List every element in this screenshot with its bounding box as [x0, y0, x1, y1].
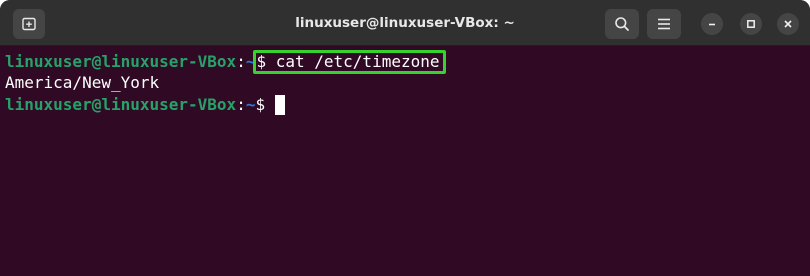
prompt-user-host: linuxuser@linuxuser-VBox: [5, 52, 237, 71]
highlighted-command: $ cat /etc/timezone: [253, 50, 446, 74]
prompt-user-host: linuxuser@linuxuser-VBox: [5, 95, 237, 114]
maximize-button[interactable]: [740, 13, 762, 35]
window-title: linuxuser@linuxuser-VBox: ~: [295, 15, 515, 31]
menu-button[interactable]: [647, 9, 681, 39]
hamburger-menu-icon: [657, 18, 671, 30]
maximize-icon: [746, 19, 756, 29]
minimize-button[interactable]: [701, 13, 723, 35]
terminal-window: linuxuser@linuxuser-VBox: ~ linuxuser@li…: [0, 0, 810, 276]
title-bar[interactable]: linuxuser@linuxuser-VBox: ~: [0, 0, 810, 46]
terminal-area[interactable]: linuxuser@linuxuser-VBox:~$ cat /etc/tim…: [0, 46, 810, 276]
command-output: America/New_York: [5, 73, 160, 92]
terminal-line-prompt: linuxuser@linuxuser-VBox:~$: [5, 94, 810, 116]
search-icon: [614, 16, 630, 32]
prompt-dollar: $: [255, 95, 275, 114]
search-button[interactable]: [605, 9, 639, 39]
close-button[interactable]: [777, 13, 799, 35]
minimize-icon: [707, 19, 717, 29]
prompt-colon: :: [236, 95, 246, 114]
text-cursor: [274, 95, 285, 115]
prompt-colon: :: [236, 52, 246, 71]
close-icon: [783, 19, 793, 29]
terminal-line-command: linuxuser@linuxuser-VBox:~$ cat /etc/tim…: [5, 50, 810, 74]
terminal-line-output: America/New_York: [5, 72, 810, 94]
